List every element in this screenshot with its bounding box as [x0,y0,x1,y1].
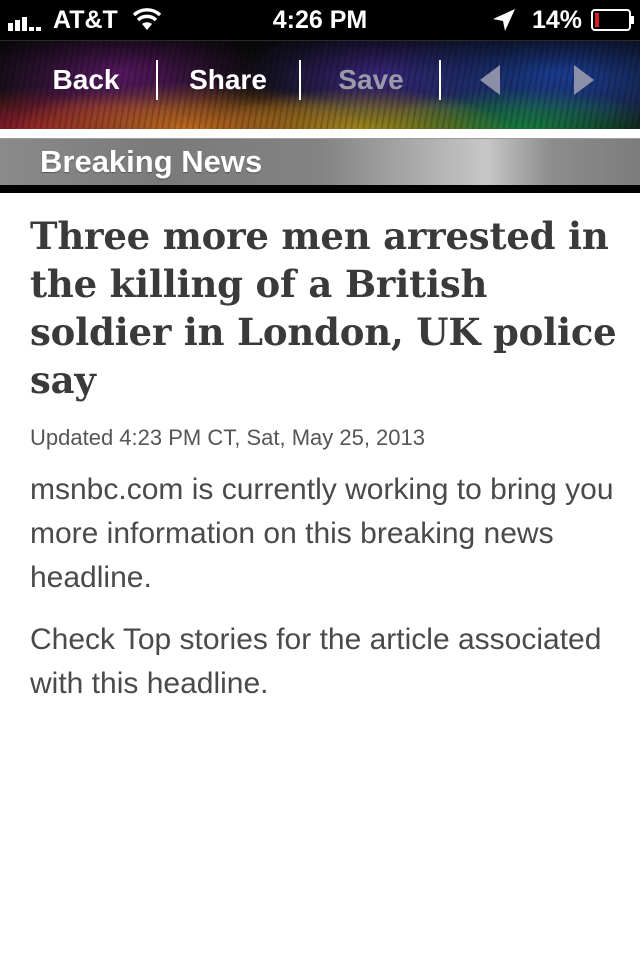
back-button[interactable]: Back [30,41,142,119]
section-title: Breaking News [40,144,263,179]
next-article-button[interactable] [562,61,606,99]
toolbar-divider [156,60,158,100]
section-header: Breaking News [0,138,640,185]
battery-percentage: 14% [532,6,583,34]
triangle-right-icon [574,65,594,95]
header-divider [0,185,640,193]
article: Three more men arrested in the killing o… [30,193,620,706]
location-arrow-icon [493,9,515,31]
status-bar: AT&T 4:26 PM 14% [0,0,640,40]
article-timestamp: Updated 4:23 PM CT, Sat, May 25, 2013 [30,425,426,450]
battery-icon [591,9,634,31]
article-paragraph: Check Top stories for the article associ… [30,623,602,700]
triangle-left-icon [480,65,500,95]
save-button[interactable]: Save [312,41,430,119]
previous-article-button[interactable] [466,61,510,99]
toolbar-divider [299,60,301,100]
toolbar: Back Share Save [0,40,640,129]
article-headline: Three more men arrested in the killing o… [30,214,617,402]
toolbar-divider [439,60,441,100]
share-button[interactable]: Share [168,41,288,119]
article-paragraph: msnbc.com is currently working to bring … [30,473,614,594]
